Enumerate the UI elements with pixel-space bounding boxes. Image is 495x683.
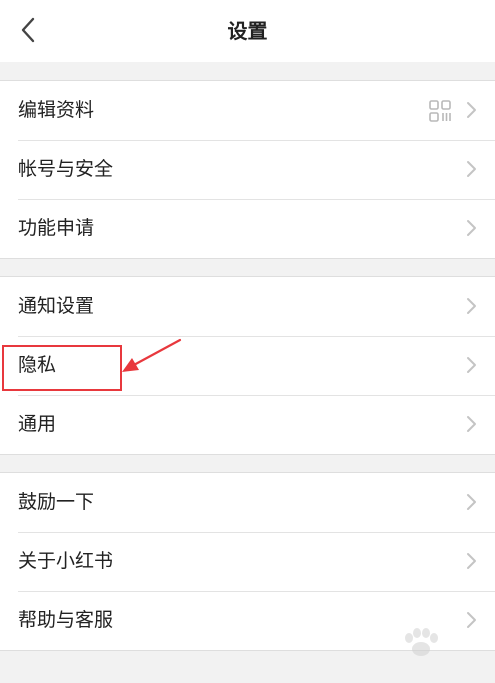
settings-item-help-support[interactable]: 帮助与客服 [0, 591, 495, 650]
qr-code-icon[interactable] [429, 100, 451, 122]
settings-group-preferences: 通知设置 隐私 通用 [0, 276, 495, 455]
settings-group-account: 编辑资料 帐号与安全 功能申请 [0, 80, 495, 259]
chevron-right-icon [467, 102, 476, 118]
settings-item-label: 帐号与安全 [18, 158, 114, 180]
settings-item-label: 功能申请 [18, 217, 95, 239]
chevron-right-icon [467, 553, 476, 569]
settings-item-encourage[interactable]: 鼓励一下 [0, 473, 495, 532]
settings-item-general[interactable]: 通用 [0, 395, 495, 454]
chevron-right-icon [467, 416, 476, 432]
settings-item-label: 编辑资料 [18, 99, 95, 121]
settings-group-about: 鼓励一下 关于小红书 帮助与客服 [0, 472, 495, 651]
settings-item-label: 通用 [18, 413, 57, 435]
chevron-right-icon [467, 494, 476, 510]
settings-page: 设置 编辑资料 帐号与安全 功能申请 通知设置 隐私 通用 鼓励一下 关于小红书… [0, 0, 495, 683]
settings-item-edit-profile[interactable]: 编辑资料 [0, 81, 495, 140]
chevron-right-icon [467, 612, 476, 628]
settings-item-label: 鼓励一下 [18, 491, 95, 513]
settings-item-about[interactable]: 关于小红书 [0, 532, 495, 591]
settings-item-label: 关于小红书 [18, 550, 114, 572]
settings-item-feature-request[interactable]: 功能申请 [0, 199, 495, 258]
page-title: 设置 [227, 19, 268, 43]
top-nav-bar: 设置 [0, 0, 495, 62]
settings-item-privacy[interactable]: 隐私 [0, 336, 495, 395]
settings-item-label: 帮助与客服 [18, 609, 114, 631]
settings-item-notifications[interactable]: 通知设置 [0, 277, 495, 336]
chevron-right-icon [467, 298, 476, 314]
settings-item-account-security[interactable]: 帐号与安全 [0, 140, 495, 199]
chevron-right-icon [467, 357, 476, 373]
chevron-right-icon [467, 161, 476, 177]
chevron-right-icon [467, 220, 476, 236]
settings-item-label: 通知设置 [18, 295, 95, 317]
settings-item-label: 隐私 [18, 354, 57, 376]
